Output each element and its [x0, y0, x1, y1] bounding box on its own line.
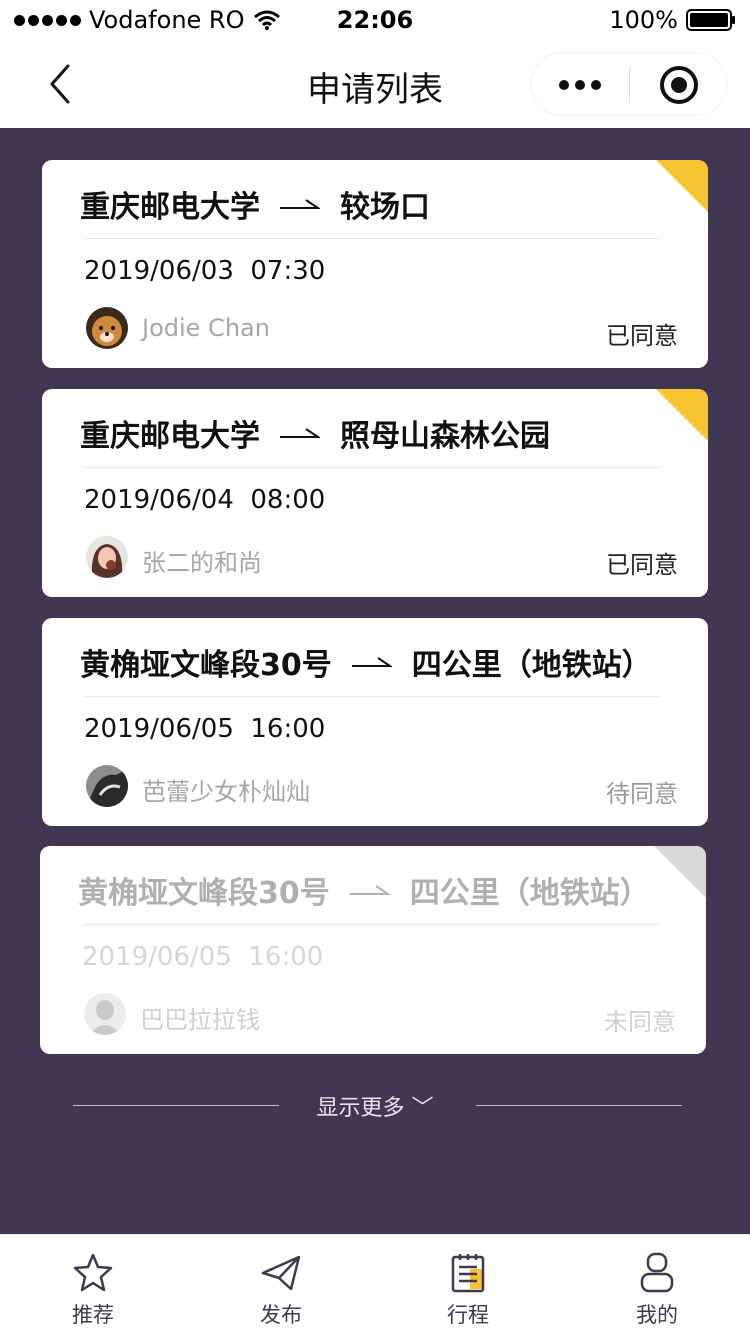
arrow-right-icon	[280, 428, 320, 438]
departure-datetime: 2019/06/04 08:00	[84, 485, 326, 515]
nav-bar: 申请列表	[0, 40, 750, 128]
clipboard-icon	[451, 1254, 485, 1293]
tab-label: 我的	[636, 1303, 678, 1327]
battery-percent: 100%	[609, 6, 678, 34]
card-divider	[82, 924, 658, 925]
tab-label: 推荐	[72, 1303, 114, 1327]
divider-line	[476, 1105, 682, 1106]
arrow-right-icon	[280, 199, 320, 209]
route-to: 四公里（地铁站）	[411, 648, 652, 683]
tab-publish[interactable]: 发布	[221, 1235, 341, 1334]
status-corner-marker	[654, 846, 706, 898]
route: 黄桷垭文峰段30号 四公里（地铁站）	[78, 868, 650, 912]
route: 重庆邮电大学 较场口	[80, 182, 430, 226]
route-from: 重庆邮电大学	[80, 419, 260, 454]
route-from: 重庆邮电大学	[80, 190, 260, 225]
avatar	[86, 536, 128, 578]
tab-mine[interactable]: 我的	[597, 1235, 717, 1334]
application-list: 重庆邮电大学 较场口 2019/06/03 07:30 Jodie Chan 已…	[0, 128, 750, 1234]
route: 黄桷垭文峰段30号 四公里（地铁站）	[80, 640, 652, 684]
route-to: 照母山森林公园	[340, 419, 550, 454]
status-badge: 已同意	[606, 322, 678, 350]
status-badge: 已同意	[606, 551, 678, 579]
departure-datetime: 2019/06/05 16:00	[84, 714, 326, 744]
show-more-button[interactable]: 显示更多 ﹀	[0, 1088, 750, 1122]
status-right: 100%	[609, 6, 736, 34]
close-mini-program-button[interactable]	[630, 53, 728, 117]
avatar	[86, 765, 128, 807]
status-corner-marker	[656, 389, 708, 441]
avatar	[84, 993, 126, 1035]
route-from: 黄桷垭文峰段30号	[78, 876, 330, 911]
user-name: 张二的和尚	[142, 549, 262, 577]
route-from: 黄桷垭文峰段30号	[80, 648, 332, 683]
departure-datetime: 2019/06/03 07:30	[84, 256, 326, 286]
battery-icon	[686, 9, 735, 31]
card-divider	[84, 238, 660, 239]
tab-label: 行程	[447, 1303, 489, 1327]
route: 重庆邮电大学 照母山森林公园	[80, 411, 550, 455]
show-more-label[interactable]: 显示更多 ﹀	[0, 1090, 750, 1122]
tab-recommend[interactable]: 推荐	[33, 1235, 153, 1334]
user-name: 巴巴拉拉钱	[140, 1006, 260, 1034]
card-divider	[84, 467, 660, 468]
avatar	[86, 307, 128, 349]
star-icon	[73, 1253, 113, 1292]
application-card[interactable]: 黄桷垭文峰段30号 四公里（地铁站） 2019/06/05 16:00 巴巴拉拉…	[40, 846, 706, 1054]
tab-itinerary[interactable]: 行程	[408, 1235, 528, 1334]
status-badge: 待同意	[606, 780, 678, 808]
status-bar: Vodafone RO 22:06 100%	[0, 0, 750, 40]
more-menu-icon[interactable]	[531, 53, 629, 117]
mini-program-capsule	[530, 52, 728, 116]
user-name: Jodie Chan	[142, 314, 270, 342]
route-to: 四公里（地铁站）	[409, 876, 650, 911]
tab-label: 发布	[260, 1303, 302, 1327]
status-badge: 未同意	[604, 1008, 676, 1036]
arrow-right-icon	[351, 657, 392, 667]
application-card[interactable]: 重庆邮电大学 较场口 2019/06/03 07:30 Jodie Chan 已…	[42, 160, 708, 368]
user-name: 芭蕾少女朴灿灿	[142, 778, 310, 806]
target-icon	[660, 66, 698, 104]
user-icon	[640, 1252, 674, 1293]
application-card[interactable]: 重庆邮电大学 照母山森林公园 2019/06/04 08:00 张二的和尚 已同…	[42, 389, 708, 597]
status-corner-marker	[656, 160, 708, 212]
route-to: 较场口	[340, 190, 430, 225]
departure-datetime: 2019/06/05 16:00	[82, 942, 324, 972]
paper-plane-icon	[261, 1255, 301, 1291]
tab-bar: 推荐 发布 行程 我的	[0, 1234, 750, 1334]
card-divider	[84, 696, 660, 697]
application-card[interactable]: 黄桷垭文峰段30号 四公里（地铁站） 2019/06/05 16:00 芭蕾少女…	[42, 618, 708, 826]
arrow-right-icon	[349, 885, 390, 895]
